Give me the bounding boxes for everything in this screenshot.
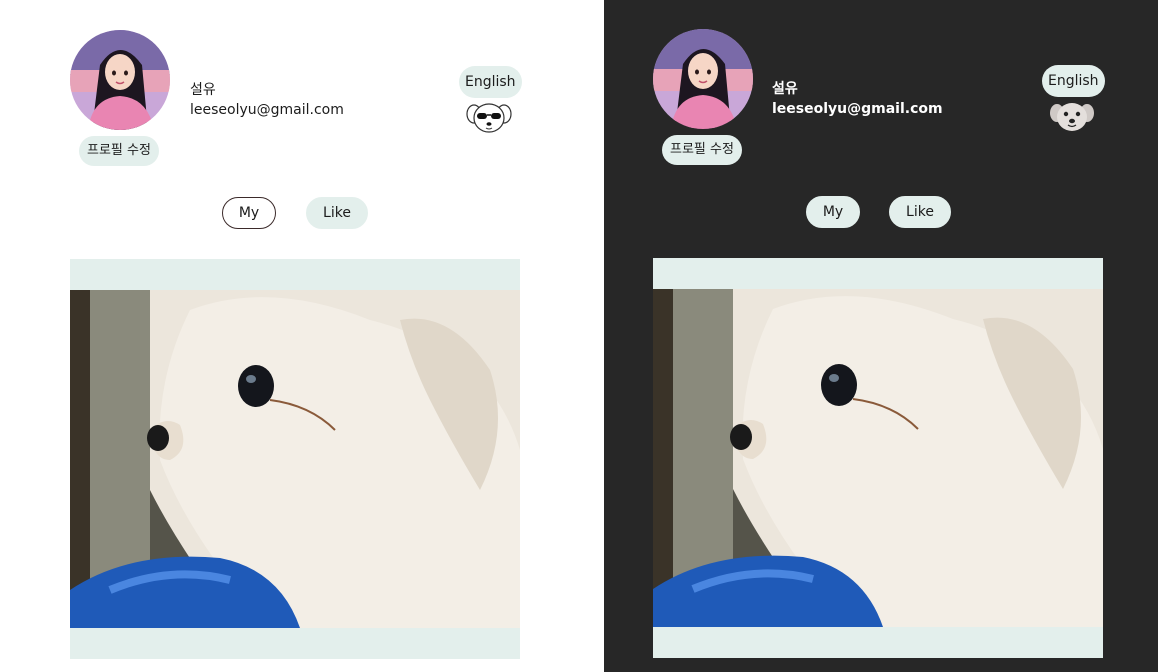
tab-like[interactable]: Like xyxy=(306,197,368,229)
user-email: leeseolyu@gmail.com xyxy=(772,101,943,117)
user-email: leeseolyu@gmail.com xyxy=(190,102,344,118)
dog-face-icon[interactable] xyxy=(1049,99,1095,133)
dog-sunglasses-icon[interactable] xyxy=(466,100,512,134)
edit-profile-button[interactable]: 프로필 수정 xyxy=(662,135,742,165)
language-toggle-button[interactable]: English xyxy=(459,66,522,98)
user-name: 설유 xyxy=(772,81,798,97)
user-info: 설유 leeseolyu@gmail.com xyxy=(772,79,943,119)
tab-my[interactable]: My xyxy=(222,197,276,229)
tab-my[interactable]: My xyxy=(806,196,860,228)
profile-avatar xyxy=(653,29,753,129)
dark-theme-panel: 프로필 수정 설유 leeseolyu@gmail.com English My… xyxy=(604,0,1158,672)
light-theme-panel: 프로필 수정 설유 leeseolyu@gmail.com English My… xyxy=(0,0,604,672)
post-card[interactable] xyxy=(653,258,1103,658)
dog-photo xyxy=(653,289,1103,627)
dog-photo xyxy=(70,290,520,628)
user-name: 설유 xyxy=(190,82,216,98)
language-toggle-button[interactable]: English xyxy=(1042,65,1105,97)
user-info: 설유 leeseolyu@gmail.com xyxy=(190,80,344,120)
edit-profile-button[interactable]: 프로필 수정 xyxy=(79,136,159,166)
profile-avatar xyxy=(70,30,170,130)
post-card[interactable] xyxy=(70,259,520,659)
tab-like[interactable]: Like xyxy=(889,196,951,228)
